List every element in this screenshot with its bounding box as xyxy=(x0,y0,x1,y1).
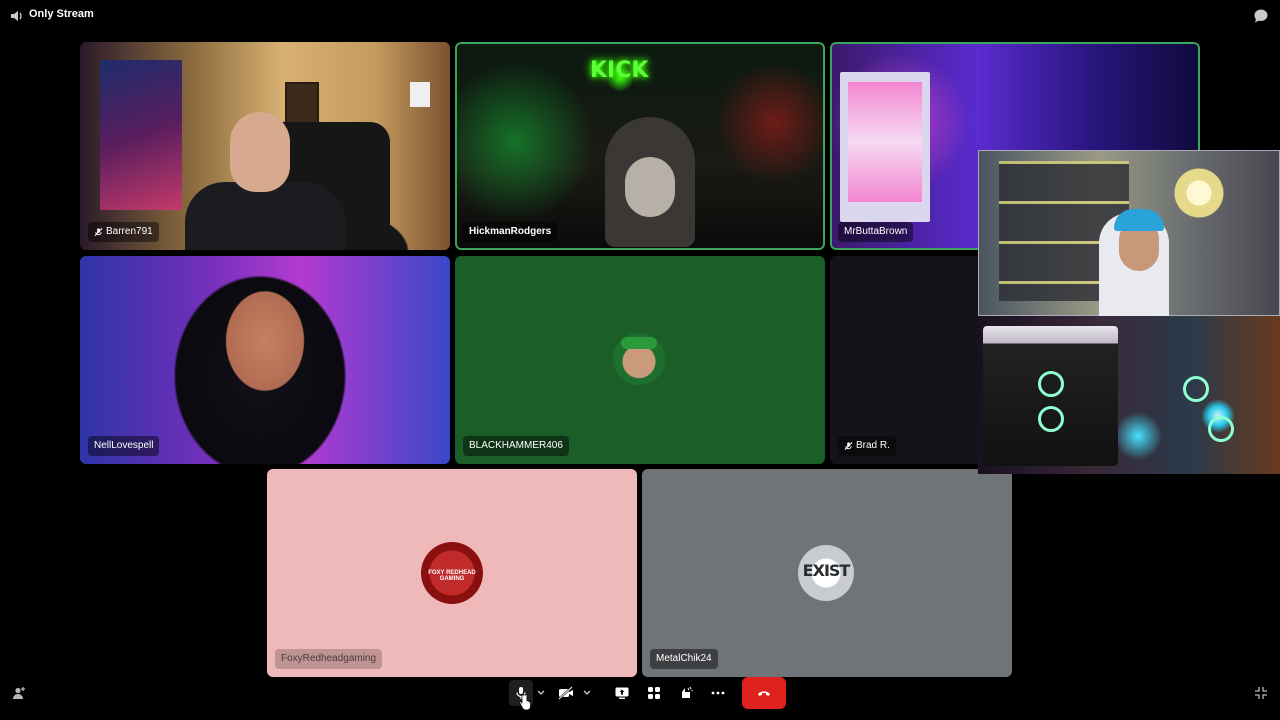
streamer-cap xyxy=(1114,209,1164,231)
pc-case xyxy=(840,72,930,222)
avatar-tile-metalchik24[interactable]: EXIST MetalChik24 xyxy=(642,469,1012,677)
avatar-logo-text: FOXY REDHEAD GAMING xyxy=(428,570,476,582)
screen-share-icon[interactable] xyxy=(609,680,635,706)
neon-sign: KICK xyxy=(590,58,649,83)
screen-share-button[interactable] xyxy=(609,680,635,706)
participant-nameplate: NellLovespell xyxy=(88,436,160,456)
streamer-camera xyxy=(978,150,1280,317)
hex-lights xyxy=(1174,163,1224,223)
participant-nameplate: Brad R. xyxy=(838,436,896,456)
rgb-fan xyxy=(1038,406,1064,432)
wall-frame xyxy=(285,82,319,126)
end-call-button[interactable] xyxy=(742,677,786,709)
more-icon[interactable] xyxy=(705,680,731,706)
exit-fullscreen-icon[interactable] xyxy=(1254,686,1268,705)
avatar-tile-blackhammer406[interactable]: BLACKHAMMER406 xyxy=(455,256,825,464)
participant-nameplate: BLACKHAMMER406 xyxy=(463,436,569,456)
user-avatar: EXIST xyxy=(798,545,854,601)
participant-name: Barren791 xyxy=(106,226,153,237)
phone-hangup-icon xyxy=(758,691,770,696)
mouse-cursor-icon xyxy=(519,694,531,711)
participant-name: MetalChik24 xyxy=(656,653,712,664)
video-tile-hickmanrodgers[interactable]: KICK HickmanRodgers xyxy=(455,42,825,250)
video-tile-barren791[interactable]: Barren791 xyxy=(80,42,450,250)
avatar-tile-foxyredheadgaming[interactable]: FOXY REDHEAD GAMING FoxyRedheadgaming xyxy=(267,469,637,677)
participant-nameplate: FoxyRedheadgaming xyxy=(275,649,383,669)
participant-name: BLACKHAMMER406 xyxy=(469,440,563,451)
gaming-pc-camera xyxy=(978,316,1280,474)
user-avatar xyxy=(613,333,665,385)
avatar-logo-text: EXIST xyxy=(802,561,851,580)
invite-icon[interactable] xyxy=(12,686,26,705)
rgb-fan xyxy=(1038,371,1064,397)
participant-name: FoxyRedheadgaming xyxy=(281,653,377,664)
streamer-webcam-overlay xyxy=(978,150,1280,474)
participant-nameplate: Barren791 xyxy=(88,222,159,242)
person-beard xyxy=(625,157,675,217)
channel-title: Only Stream xyxy=(29,8,94,20)
person-body xyxy=(185,182,345,250)
wall-card xyxy=(410,82,430,107)
participant-name: NellLovespell xyxy=(94,440,154,451)
soundboard-button[interactable] xyxy=(673,680,699,706)
speaker-icon xyxy=(10,9,24,23)
muted-mic-icon xyxy=(844,442,853,450)
top-bar: Only Stream xyxy=(0,0,1280,32)
user-avatar: FOXY REDHEAD GAMING xyxy=(421,542,483,604)
activities-button[interactable] xyxy=(641,680,667,706)
muted-mic-icon xyxy=(94,228,103,236)
poster xyxy=(100,60,182,210)
soundboard-icon[interactable] xyxy=(673,680,699,706)
participant-name: HickmanRodgers xyxy=(469,226,552,237)
video-tile-nelllovespell[interactable]: NellLovespell xyxy=(80,256,450,464)
participant-nameplate: HickmanRodgers xyxy=(463,222,558,242)
participant-name: Brad R. xyxy=(856,440,890,451)
camera-off-icon[interactable] xyxy=(553,680,579,706)
activities-icon[interactable] xyxy=(641,680,667,706)
participant-name: MrButtaBrown xyxy=(844,226,908,237)
rgb-fan xyxy=(1208,416,1234,442)
participant-nameplate: MrButtaBrown xyxy=(838,222,914,242)
camera-button[interactable] xyxy=(553,680,579,706)
camera-options-chevron[interactable] xyxy=(581,680,593,706)
mic-options-chevron[interactable] xyxy=(535,680,547,706)
participant-nameplate: MetalChik24 xyxy=(650,649,718,669)
chat-icon[interactable] xyxy=(1253,8,1269,24)
rgb-fan xyxy=(1183,376,1209,402)
person-head xyxy=(230,112,290,192)
more-options-button[interactable] xyxy=(705,680,731,706)
